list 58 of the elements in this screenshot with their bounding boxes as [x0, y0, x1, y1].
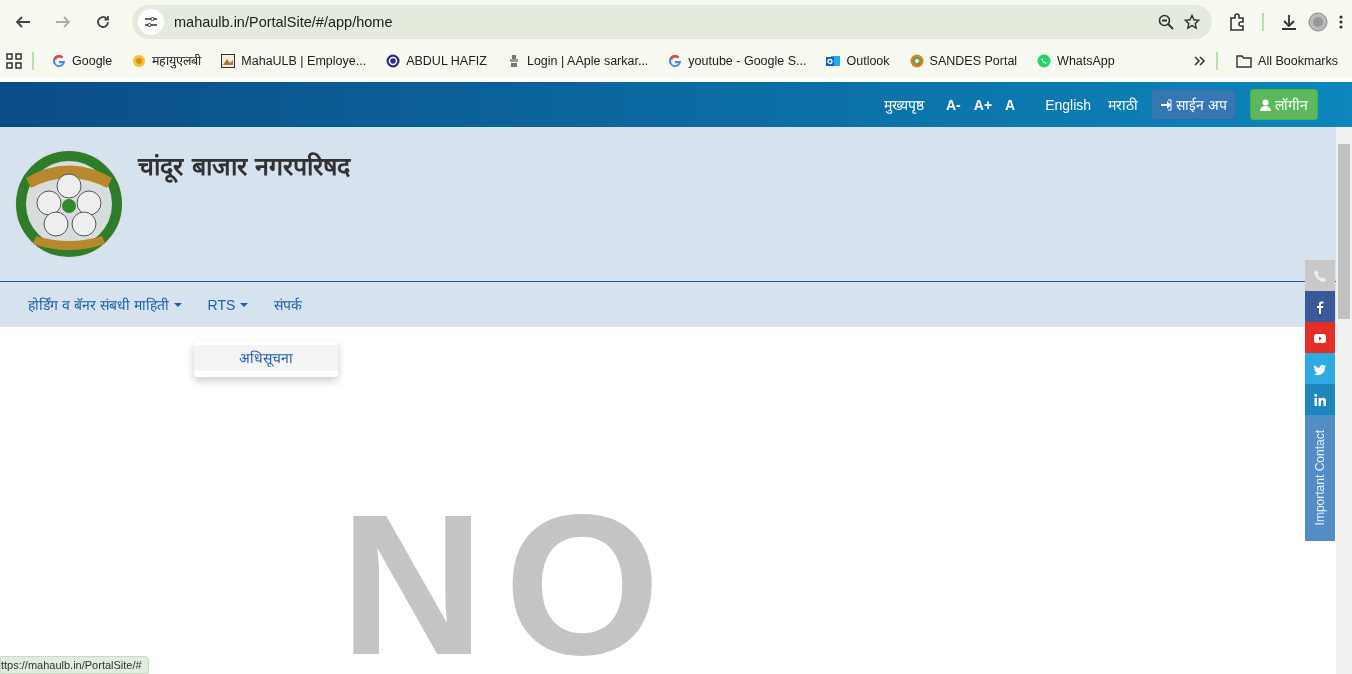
- phone-bubble-icon: [1037, 53, 1052, 68]
- google-g-icon: [668, 53, 683, 68]
- bookmark[interactable]: Login | AAple sarkar...: [498, 50, 657, 71]
- seal-icon: [132, 53, 147, 68]
- bookmark[interactable]: MahaULB | Employe...: [213, 50, 375, 71]
- font-size-link[interactable]: A+: [973, 96, 993, 113]
- bookmark[interactable]: ABDUL HAFIZ: [378, 50, 495, 71]
- bookmark[interactable]: youtube - Google S...: [660, 50, 815, 71]
- extensions-icon[interactable]: [1228, 12, 1246, 31]
- language-link[interactable]: English: [1045, 96, 1092, 113]
- bookmark[interactable]: Outlook: [818, 50, 898, 71]
- caret-icon: [240, 302, 249, 307]
- status-url: ttps://mahaulb.in/PortalSite/#: [0, 656, 149, 674]
- linkedin-icon: [1313, 392, 1327, 407]
- back-icon: [15, 13, 31, 30]
- picture-icon: [221, 53, 236, 68]
- home-link[interactable]: मुख्यपृष्ठ: [884, 95, 924, 114]
- user-icon: [1260, 98, 1271, 111]
- nav-menu-item[interactable]: संपर्क: [274, 295, 303, 314]
- all-bookmarks-button[interactable]: All Bookmarks: [1228, 50, 1346, 71]
- address-bar[interactable]: mahaulb.in/PortalSite/#/app/home: [132, 4, 1212, 39]
- bookmark[interactable]: Google: [44, 50, 121, 71]
- scrollbar-thumb[interactable]: [1338, 144, 1350, 319]
- reload-icon: [95, 13, 111, 30]
- social-link[interactable]: [1305, 384, 1335, 415]
- font-size-link[interactable]: A: [1005, 96, 1016, 113]
- double-chevron-icon[interactable]: [1194, 54, 1207, 67]
- bookmark[interactable]: SANDES Portal: [901, 50, 1026, 71]
- bookmark[interactable]: WhatsApp: [1029, 50, 1123, 71]
- chat-bubble-icon: [909, 53, 924, 68]
- language-link[interactable]: मराठी: [1108, 95, 1139, 114]
- sign-in-icon: [1160, 98, 1173, 111]
- star-icon[interactable]: [1184, 13, 1200, 30]
- zoom-out-icon[interactable]: [1158, 13, 1174, 30]
- font-size-link[interactable]: A-: [946, 96, 961, 113]
- ring-logo-icon: [386, 53, 401, 68]
- phone-icon: [1313, 268, 1327, 283]
- download-icon[interactable]: [1280, 12, 1298, 31]
- forward-icon: [55, 13, 71, 30]
- site-settings-icon[interactable]: [144, 14, 158, 29]
- social-link[interactable]: [1305, 291, 1335, 322]
- apps-grid-icon[interactable]: [6, 52, 22, 69]
- folder-icon: [1236, 53, 1253, 68]
- menu-icon[interactable]: [1338, 13, 1344, 30]
- signup-button[interactable]: साईन अप: [1151, 89, 1236, 120]
- important-contact-tab[interactable]: Important Contact: [1305, 415, 1335, 541]
- url-text: mahaulb.in/PortalSite/#/app/home: [174, 13, 394, 30]
- avatar-icon[interactable]: [1308, 11, 1328, 32]
- placeholder-image-text: NO: [340, 505, 680, 665]
- caret-icon: [173, 302, 182, 307]
- dropdown-item[interactable]: अधिसूचना: [193, 344, 338, 371]
- bookmark[interactable]: महायुएलबी: [124, 49, 210, 72]
- outlook-icon: [826, 53, 841, 68]
- social-link[interactable]: [1305, 322, 1335, 353]
- google-g-icon: [52, 53, 66, 68]
- scrollbar[interactable]: [1336, 127, 1352, 674]
- site-title: चांदूर बाजार नगरपरिषद: [138, 151, 351, 185]
- nav-menu-item[interactable]: होर्डिंग व बॅनर संबधी माहिती: [28, 295, 182, 314]
